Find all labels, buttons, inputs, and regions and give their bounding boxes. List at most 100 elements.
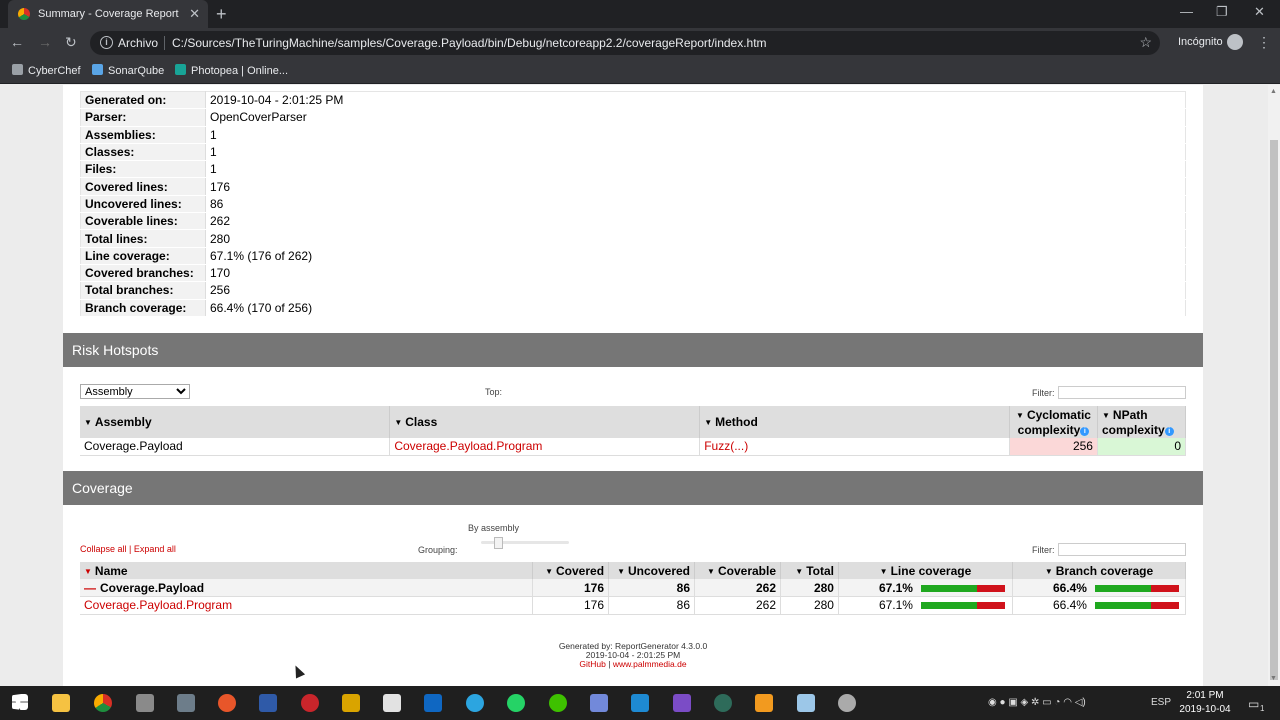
coverage-filter-input[interactable] — [1058, 543, 1186, 556]
expand-all-link[interactable]: Expand all — [134, 544, 176, 554]
col-line-coverage[interactable]: ▼ Line coverage — [838, 562, 1013, 579]
page-scrollbar[interactable]: ▲ ▼ — [1268, 85, 1280, 686]
col-npath[interactable]: ▼ NPath complexity i — [1097, 406, 1187, 438]
terminal-app-icon[interactable] — [342, 694, 360, 712]
class-link[interactable]: Coverage.Payload.Program — [84, 598, 232, 612]
collapse-toggle-icon[interactable]: — — [84, 581, 96, 595]
total-value: 280 — [780, 579, 839, 597]
address-bar[interactable]: i Archivo C:/Sources/TheTuringMachine/sa… — [90, 31, 1160, 55]
bookmark-photopea[interactable]: Photopea | Online... — [175, 64, 288, 77]
col-uncovered[interactable]: ▼ Uncovered — [608, 562, 696, 579]
summary-row: Assemblies: 1 — [80, 126, 1186, 144]
app-icon[interactable] — [797, 694, 815, 712]
bookmark-sonarqube[interactable]: SonarQube — [92, 64, 164, 77]
summary-table: Generated on: 2019-10-04 - 2:01:25 PM Pars… — [80, 91, 1186, 317]
summary-label: Covered branches: — [80, 264, 206, 283]
chrome-taskbar-icon[interactable] — [94, 694, 112, 712]
collapse-all-link[interactable]: Collapse all — [80, 544, 127, 554]
powershell-icon[interactable] — [259, 694, 277, 712]
grouping-slider-handle[interactable] — [494, 537, 503, 549]
file-explorer-icon[interactable] — [52, 694, 70, 712]
risk-row: Coverage.Payload Coverage.Payload.Progra… — [80, 438, 1187, 456]
bookmark-star-icon[interactable]: ☆ — [1139, 34, 1152, 51]
col-coverable[interactable]: ▼ Coverable — [694, 562, 781, 579]
notepad-icon[interactable] — [383, 694, 401, 712]
line-coverage-bar-uncovered — [976, 602, 1005, 610]
scroll-up-icon[interactable]: ▲ — [1270, 88, 1277, 95]
summary-label: Uncovered lines: — [80, 195, 206, 214]
back-button[interactable]: ← — [10, 34, 24, 50]
clock-time: 2:01 PM — [1186, 690, 1224, 701]
reload-button[interactable]: ↻ — [65, 34, 77, 51]
language-indicator[interactable]: ESP — [1151, 697, 1171, 708]
covered-value: 176 — [532, 596, 610, 615]
col-total[interactable]: ▼ Total — [780, 562, 839, 579]
maximize-button[interactable]: ❐ — [1216, 4, 1228, 20]
info-icon[interactable]: i — [1080, 426, 1090, 436]
snipping-tool-icon[interactable] — [177, 694, 195, 712]
visual-studio-icon[interactable] — [673, 694, 691, 712]
whatsapp-icon[interactable] — [507, 694, 525, 712]
tab-close-icon[interactable]: ✕ — [189, 6, 200, 22]
total-value: 280 — [780, 596, 839, 615]
risk-grouping-select[interactable]: Assembly — [80, 384, 190, 399]
new-tab-button[interactable]: + — [216, 4, 227, 25]
col-branch-coverage[interactable]: ▼ Branch coverage — [1012, 562, 1187, 579]
website-link[interactable]: www.palmmedia.de — [613, 659, 687, 669]
risk-hotspots-header: Risk Hotspots — [63, 333, 1203, 367]
risk-method-link[interactable]: Fuzz(...) — [704, 439, 748, 453]
col-name[interactable]: ▼ Name — [80, 562, 534, 579]
col-class[interactable]: ▼ Class — [389, 406, 701, 438]
wechat-icon[interactable] — [549, 694, 567, 712]
start-windows-icon[interactable] — [12, 694, 28, 710]
cherry-app-icon[interactable] — [301, 694, 319, 712]
outlook-icon[interactable] — [424, 694, 442, 712]
summary-row: Generated on: 2019-10-04 - 2:01:25 PM — [80, 91, 1186, 110]
telegram-icon[interactable] — [466, 694, 484, 712]
summary-row: Coverable lines: 262 — [80, 212, 1186, 231]
github-link[interactable]: GitHub — [579, 659, 605, 669]
notification-icon[interactable]: ▭ — [1248, 697, 1259, 711]
url-text[interactable]: C:/Sources/TheTuringMachine/samples/Cove… — [172, 36, 767, 50]
info-icon[interactable]: i — [1164, 426, 1174, 436]
collapse-expand-links: Collapse all | Expand all — [80, 544, 176, 554]
col-cyclomatic[interactable]: ▼ Cyclomatic complexity i — [1009, 406, 1098, 438]
window-close-button[interactable]: ✕ — [1254, 4, 1265, 20]
report-container: Generated on: 2019-10-04 - 2:01:25 PM Pars… — [63, 85, 1203, 686]
tray-icons[interactable]: ◉ ● ▣ ◈ ✲ ▭ ◔ ◠ ◁) — [988, 697, 1086, 708]
obs-icon[interactable] — [838, 694, 856, 712]
forward-button[interactable]: → — [38, 34, 52, 50]
summary-value: 86 — [205, 195, 1186, 214]
summary-label: Coverable lines: — [80, 212, 206, 231]
summary-label: Total lines: — [80, 229, 206, 248]
app-icon[interactable] — [755, 694, 773, 712]
taskview-icon[interactable] — [136, 694, 154, 712]
coverage-filter-label: Filter: — [1032, 545, 1055, 555]
taskbar-clock[interactable]: 2:01 PM 2019-10-04 — [1172, 689, 1238, 717]
col-method[interactable]: ▼ Method — [699, 406, 1010, 438]
scrollbar-thumb[interactable] — [1270, 140, 1278, 680]
risk-filter-input[interactable] — [1058, 386, 1186, 399]
scroll-down-icon[interactable]: ▼ — [1270, 675, 1277, 682]
bookmark-cyberchef[interactable]: CyberChef — [12, 64, 81, 77]
browser-menu-icon[interactable]: ⋮ — [1257, 34, 1271, 51]
gitkraken-icon[interactable] — [714, 694, 732, 712]
risk-class-link[interactable]: Coverage.Payload.Program — [394, 439, 542, 453]
vscode-icon[interactable] — [631, 694, 649, 712]
summary-row: Covered branches: 170 — [80, 264, 1186, 283]
assembly-name[interactable]: Coverage.Payload — [100, 581, 204, 595]
col-covered[interactable]: ▼ Covered — [532, 562, 610, 579]
browser-tab-active[interactable]: Summary - Coverage Report ✕ — [8, 0, 208, 28]
site-info-icon[interactable]: i — [100, 36, 113, 49]
risk-cyclomatic-value: 256 — [1009, 438, 1098, 456]
col-assembly[interactable]: ▼ Assembly — [80, 406, 391, 438]
minimize-button[interactable]: — — [1180, 4, 1193, 19]
line-coverage-percent: 67.1% — [878, 598, 913, 613]
firefox-icon[interactable] — [218, 694, 236, 712]
sort-arrow-icon: ▼ — [84, 566, 92, 576]
incognito-icon[interactable] — [1227, 34, 1243, 50]
top-label: Top: — [485, 387, 503, 397]
sort-arrow-icon: ▼ — [1044, 566, 1053, 576]
summary-value: 262 — [205, 212, 1186, 231]
discord-icon[interactable] — [590, 694, 608, 712]
